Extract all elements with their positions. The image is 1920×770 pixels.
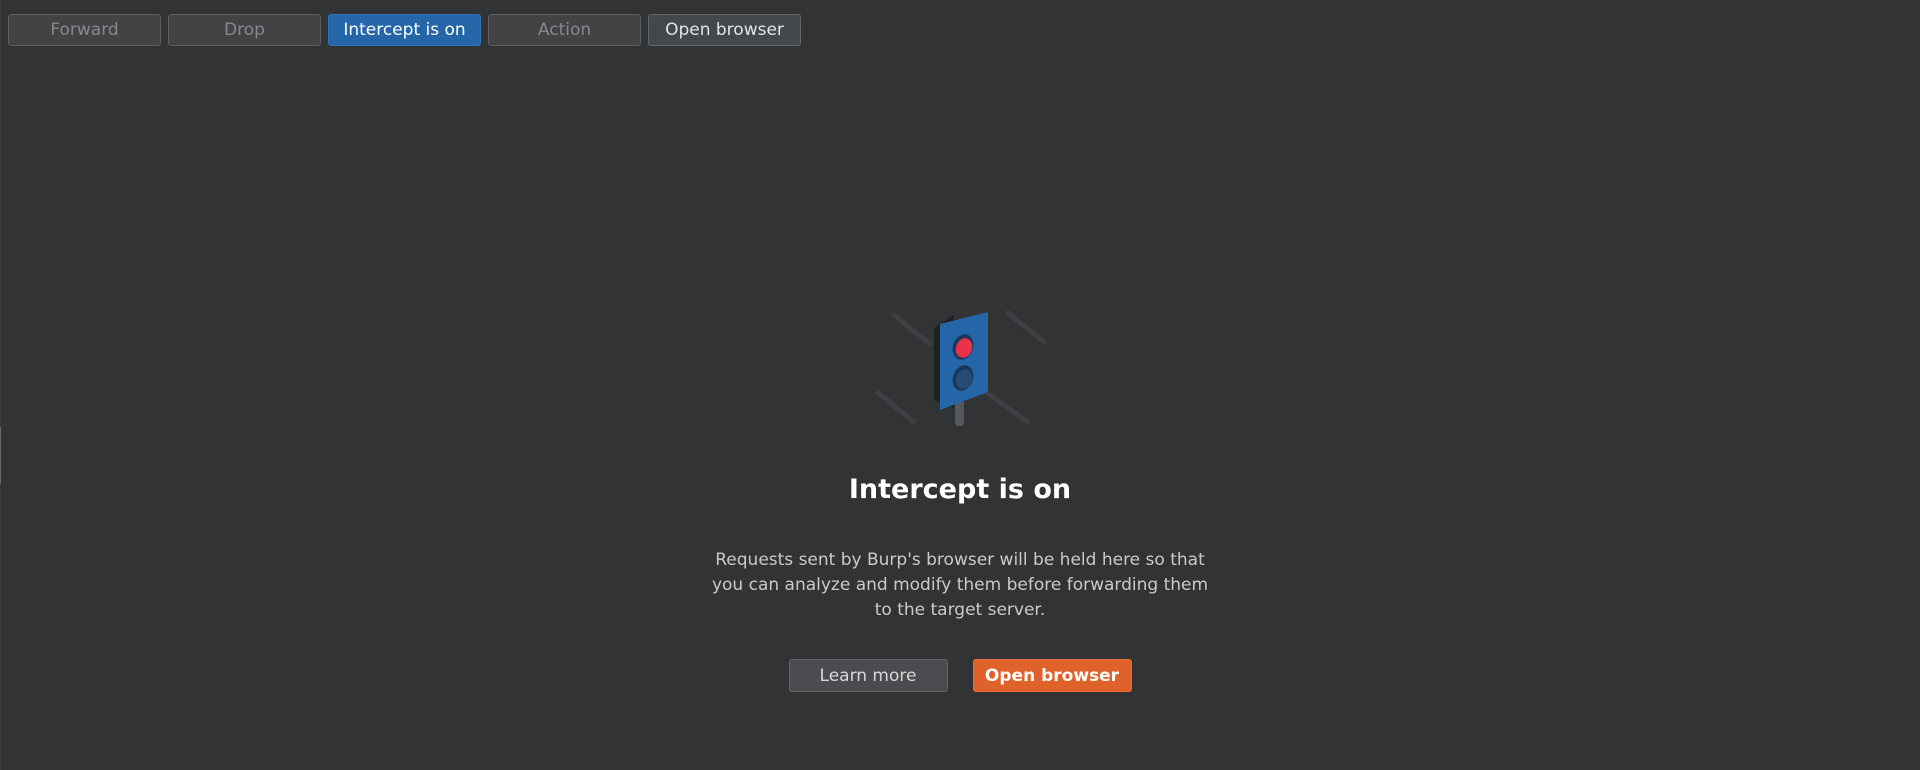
empty-state-title: Intercept is on: [848, 474, 1072, 505]
open-browser-button[interactable]: Open browser: [972, 659, 1132, 692]
drop-button[interactable]: Drop: [168, 14, 321, 46]
traffic-light-icon: [875, 310, 1047, 426]
left-border: [0, 0, 1, 770]
intercept-toggle-button[interactable]: Intercept is on: [328, 14, 481, 46]
empty-state-description: Requests sent by Burp's browser will be …: [711, 550, 1209, 620]
toolbar-open-browser-button[interactable]: Open browser: [648, 14, 801, 46]
forward-button[interactable]: Forward: [8, 14, 161, 46]
action-button[interactable]: Action: [488, 14, 641, 46]
intercept-panel: Forward Drop Intercept is on Action Open…: [0, 0, 1920, 770]
intercept-toolbar: Forward Drop Intercept is on Action Open…: [8, 14, 801, 46]
empty-state-actions: Learn more Open browser: [0, 659, 1920, 692]
learn-more-button[interactable]: Learn more: [788, 659, 948, 692]
